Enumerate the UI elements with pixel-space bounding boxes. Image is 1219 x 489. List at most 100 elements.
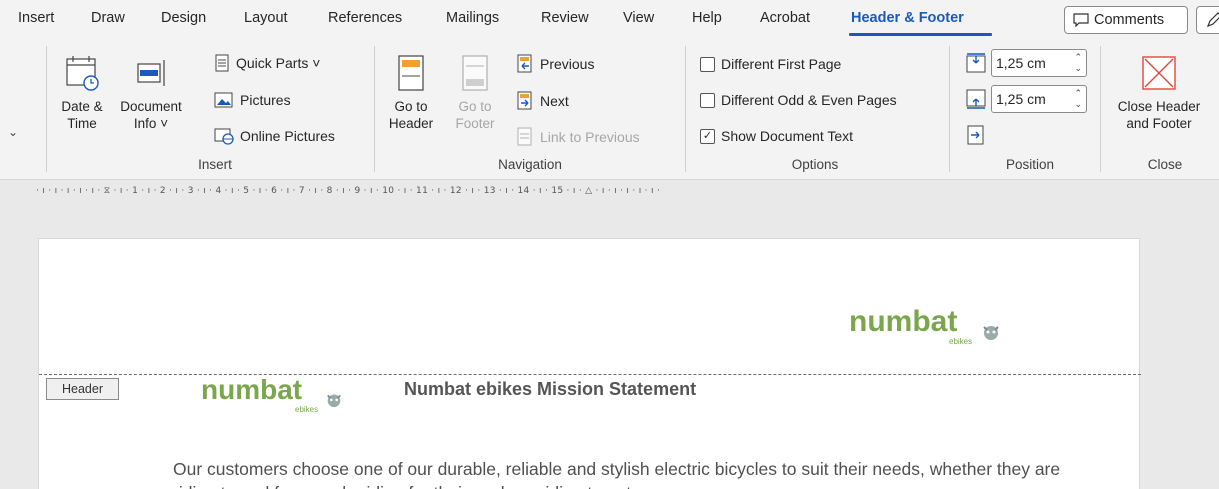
go-to-header-label-2: Header (388, 116, 434, 131)
header-position-spinner[interactable]: 1,25 cm ⌃ ⌄ (991, 49, 1087, 77)
document-info-button[interactable]: Document Info ˅ (120, 54, 182, 132)
different-odd-even-checkbox[interactable]: Different Odd & Even Pages (700, 92, 897, 108)
header-top-icon (966, 53, 986, 73)
close-header-footer-button[interactable]: Close Header and Footer (1102, 54, 1216, 132)
document-body-text[interactable]: Our customers choose one of our durable,… (173, 457, 1073, 489)
tab-acrobat[interactable]: Acrobat (760, 10, 810, 26)
date-time-label-2: Time (67, 116, 97, 131)
group-separator (46, 46, 47, 172)
different-first-page-checkbox[interactable]: Different First Page (700, 56, 841, 72)
tab-view[interactable]: View (623, 10, 654, 26)
group-label-navigation: Navigation (498, 157, 562, 172)
logo-text: numbat (201, 374, 303, 405)
go-to-header-label-1: Go to (394, 99, 428, 114)
group-separator (949, 46, 950, 172)
go-to-footer-button[interactable]: Go to Footer (448, 54, 502, 132)
header-tag: Header (46, 378, 119, 400)
chevron-down-icon[interactable]: ⌄ (8, 125, 18, 139)
group-separator (1100, 46, 1101, 172)
tab-draw[interactable]: Draw (91, 10, 125, 26)
group-label-position: Position (1005, 157, 1055, 172)
quick-parts-label: Quick Parts ˅ (236, 55, 321, 71)
logo-text: numbat (849, 305, 958, 338)
go-to-header-button[interactable]: Go to Header (384, 54, 438, 132)
document-title[interactable]: Numbat ebikes Mission Statement (404, 379, 696, 400)
logo-sub: ebikes (949, 337, 973, 346)
online-pictures-label: Online Pictures (240, 128, 335, 144)
footer-position-value: 1,25 cm (996, 91, 1046, 107)
editing-mode-button[interactable] (1196, 6, 1219, 34)
group-label-options: Options (791, 157, 839, 172)
tab-help[interactable]: Help (692, 10, 722, 26)
document-info-label-1: Document (120, 99, 182, 114)
next-button[interactable]: Next (516, 91, 569, 111)
pictures-label: Pictures (240, 92, 291, 108)
show-document-text-label: Show Document Text (721, 128, 854, 144)
link-icon (517, 127, 532, 146)
date-time-button[interactable]: Date & Time (56, 54, 108, 132)
footer-bottom-icon (966, 89, 986, 109)
tab-mailings[interactable]: Mailings (446, 10, 499, 26)
checkbox-unchecked (700, 92, 715, 108)
group-label-insert: Insert (198, 157, 232, 172)
previous-section-icon (517, 54, 532, 73)
insert-alignment-tab-icon[interactable] (966, 124, 986, 146)
close-icon (1142, 56, 1176, 90)
go-to-footer-label-1: Go to (458, 99, 492, 114)
active-tab-indicator (849, 33, 992, 36)
checkbox-unchecked (700, 56, 715, 72)
spinner-arrows-icon[interactable]: ⌃ ⌄ (1074, 52, 1082, 74)
tab-insert[interactable]: Insert (18, 10, 54, 26)
different-first-page-label: Different First Page (721, 56, 842, 72)
show-document-text-checkbox[interactable]: ✓ Show Document Text (700, 128, 853, 144)
next-section-icon (517, 91, 532, 110)
pencil-icon (1206, 12, 1219, 28)
quick-parts-icon (215, 54, 229, 72)
horizontal-ruler[interactable]: · ı · ı · ı · ı · ı · ⧖ · ı · 1 · ı · 2 … (0, 180, 1219, 206)
numbat-animal-icon (327, 394, 341, 408)
close-header-footer-label-2: and Footer (1126, 116, 1192, 131)
footer-position-spinner[interactable]: 1,25 cm ⌃ ⌄ (991, 85, 1087, 113)
document-page: numbat ebikes Header numbat ebikes Numba… (38, 238, 1141, 489)
group-separator (374, 46, 375, 172)
different-odd-even-label: Different Odd & Even Pages (721, 92, 897, 108)
group-separator (685, 46, 686, 172)
header-position-value: 1,25 cm (996, 55, 1046, 71)
close-header-footer-label-1: Close Header (1117, 99, 1201, 114)
go-to-footer-label-2: Footer (455, 116, 495, 131)
comment-icon (1073, 13, 1089, 27)
link-to-previous-button[interactable]: Link to Previous (516, 127, 640, 147)
calendar-clock-icon (66, 56, 99, 91)
ruler-scale: · ı · ı · ı · ı · ı · ⧖ · ı · 1 · ı · 2 … (36, 186, 661, 196)
header-logo: numbat ebikes (201, 374, 341, 414)
numbat-animal-icon (983, 326, 999, 340)
tab-review[interactable]: Review (541, 10, 589, 26)
go-to-header-icon (398, 55, 424, 91)
previous-label: Previous (540, 56, 595, 72)
pictures-button[interactable]: Pictures (214, 91, 291, 109)
online-pictures-button[interactable]: Online Pictures (214, 127, 335, 145)
comments-label: Comments (1094, 12, 1165, 28)
pictures-icon (214, 92, 233, 108)
quick-parts-button[interactable]: Quick Parts ˅ (214, 54, 320, 72)
online-pictures-icon (214, 128, 234, 145)
checkmark-icon: ✓ (700, 128, 715, 144)
tab-design[interactable]: Design (161, 10, 206, 26)
document-info-icon (137, 60, 165, 86)
previous-button[interactable]: Previous (516, 54, 594, 74)
top-logo: numbat ebikes (849, 305, 999, 346)
tab-references[interactable]: References (328, 10, 402, 26)
comments-button[interactable]: Comments (1064, 6, 1188, 34)
go-to-footer-icon (462, 55, 488, 91)
link-to-previous-label: Link to Previous (540, 129, 640, 145)
date-time-label-1: Date & (61, 99, 103, 114)
ribbon: ⌄ Date & Time Document Info ˅ Quick Part… (0, 40, 1219, 180)
spinner-arrows-icon[interactable]: ⌃ ⌄ (1074, 88, 1082, 110)
logo-sub: ebikes (295, 405, 319, 414)
document-info-label-2: Info ˅ (133, 116, 169, 131)
tab-layout[interactable]: Layout (244, 10, 288, 26)
group-label-close: Close (1147, 157, 1183, 172)
tab-header-footer[interactable]: Header & Footer (851, 10, 964, 26)
ribbon-tab-bar: Insert Draw Design Layout References Mai… (0, 0, 1219, 40)
next-label: Next (540, 93, 569, 109)
